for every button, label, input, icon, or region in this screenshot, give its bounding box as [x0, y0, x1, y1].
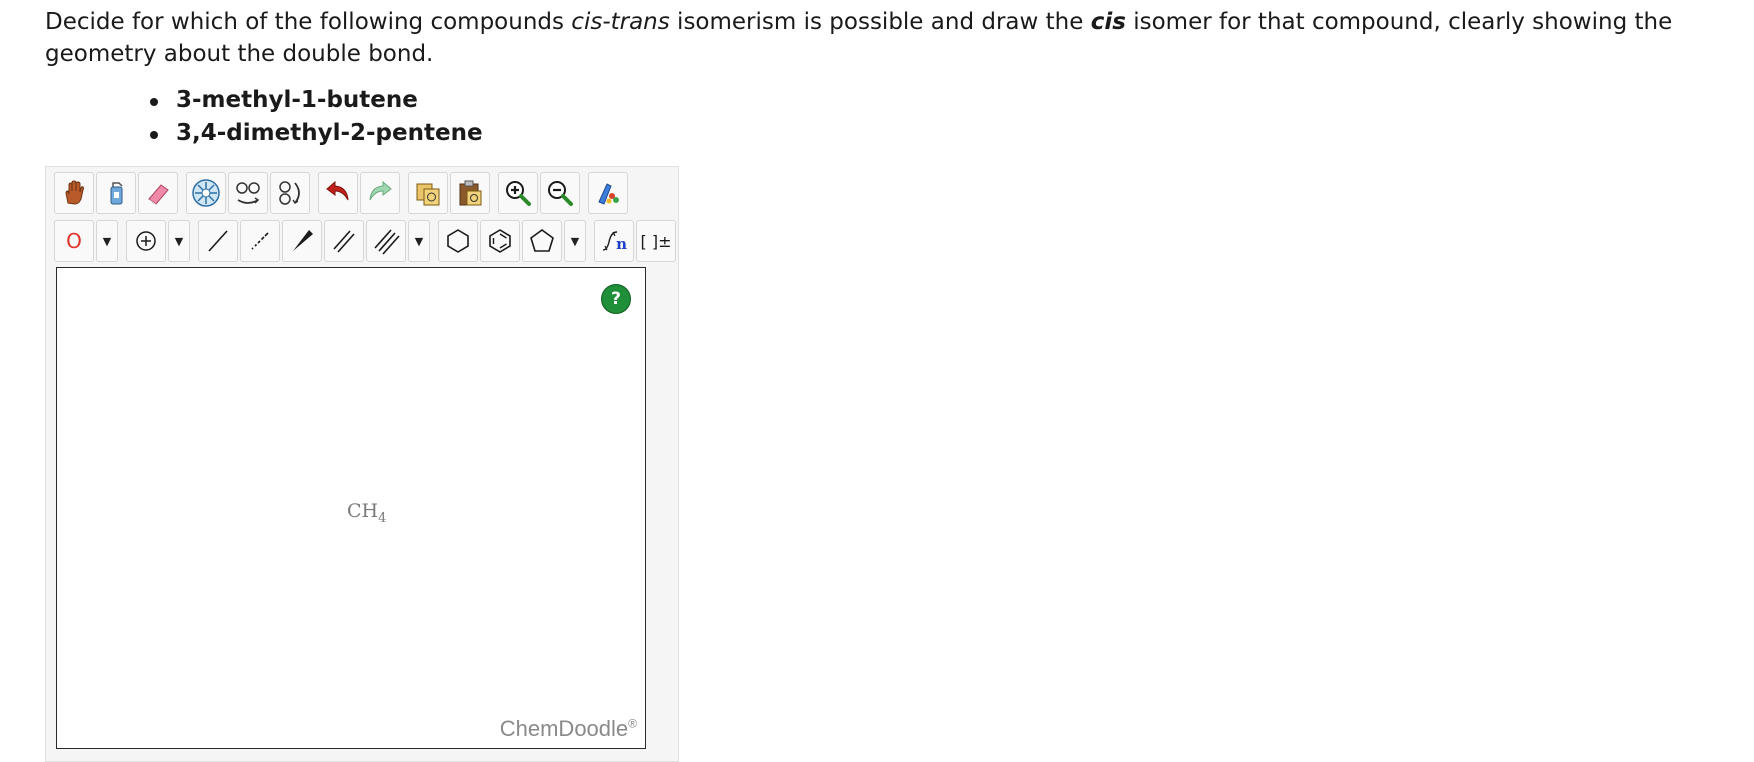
pan-button[interactable] [54, 172, 94, 214]
chemdoodle-editor: O ▼ ▼ ▼ ▼ n []± ? CH4 ChemDoodle® [45, 166, 679, 762]
chevron-down-icon: ▼ [102, 234, 112, 248]
cyclohexane-button[interactable] [438, 220, 478, 262]
rotate-icon [279, 181, 300, 205]
molecule-label[interactable]: CH4 [347, 500, 386, 526]
rotate-button[interactable] [270, 172, 310, 214]
undo-button[interactable] [318, 172, 358, 214]
cyclopentane-icon [530, 229, 554, 252]
chevron-down-icon: ▼ [414, 234, 424, 248]
triple-bond-button[interactable] [366, 220, 406, 262]
cis-term: cis [1090, 9, 1126, 35]
chevron-down-icon: ▼ [174, 234, 184, 248]
chemdoodle-logo: ChemDoodle® [500, 716, 637, 742]
drawing-canvas[interactable]: ? CH4 ChemDoodle® [56, 267, 646, 749]
help-icon: ? [611, 289, 621, 309]
zoom-out-icon [548, 181, 573, 206]
list-item: 3,4-dimethyl-2-pentene [150, 117, 483, 150]
compound-list: 3-methyl-1-butene 3,4-dimethyl-2-pentene [150, 84, 483, 150]
charge-plus-icon [136, 231, 156, 251]
repeat-unit-button[interactable]: n [594, 220, 634, 262]
question-part-2: isomerism is possible and draw the [669, 9, 1091, 35]
sgroup-button[interactable]: [ ]± [636, 220, 676, 262]
benzene-button[interactable] [480, 220, 520, 262]
wedge-bond-icon [293, 230, 313, 251]
repeat-unit-label: n [616, 235, 627, 253]
chevron-down-icon: ▼ [570, 234, 580, 248]
cyclohexane-icon [447, 229, 469, 253]
zoom-out-button[interactable] [540, 172, 580, 214]
list-item: 3-methyl-1-butene [150, 84, 483, 117]
lasso-button[interactable] [96, 172, 136, 214]
bullet-icon [150, 98, 158, 106]
registered-mark: ® [628, 716, 637, 731]
benzene-icon [489, 229, 511, 253]
eraser-icon [148, 184, 169, 205]
undo-icon [326, 180, 349, 201]
compound-name: 3,4-dimethyl-2-pentene [176, 120, 483, 146]
atom-dropdown[interactable]: ▼ [96, 220, 118, 262]
toolbar-row-2: O ▼ ▼ ▼ ▼ n []± [54, 218, 678, 264]
compound-name: 3-methyl-1-butene [176, 87, 418, 113]
ring-dropdown[interactable]: ▼ [564, 220, 586, 262]
flip-button[interactable] [228, 172, 268, 214]
sgroup-label: [ ]± [640, 231, 672, 251]
eraser-button[interactable] [138, 172, 178, 214]
charge-button[interactable] [126, 220, 166, 262]
paste-icon [459, 180, 482, 206]
single-bond-icon [208, 230, 228, 252]
triple-bond-icon [374, 229, 400, 255]
cis-trans-term: cis-trans [571, 9, 670, 35]
double-bond-icon [333, 230, 355, 253]
flip-icon [236, 182, 260, 204]
cyclopentane-button[interactable] [522, 220, 562, 262]
wedge-bond-button[interactable] [282, 220, 322, 262]
redo-icon [369, 180, 392, 201]
redo-button[interactable] [360, 172, 400, 214]
molecule-subscript: 4 [378, 510, 387, 526]
zoom-in-icon [506, 181, 531, 206]
brand-name: ChemDoodle [499, 716, 629, 741]
zoom-in-button[interactable] [498, 172, 538, 214]
center-icon [192, 179, 220, 207]
bullet-icon [150, 131, 158, 139]
lasso-icon [110, 182, 123, 205]
copy-button[interactable] [408, 172, 448, 214]
clean-button[interactable] [588, 172, 628, 214]
single-bond-button[interactable] [198, 220, 238, 262]
bond-dropdown[interactable]: ▼ [408, 220, 430, 262]
copy-icon [416, 183, 440, 206]
hashed-bond-button[interactable] [240, 220, 280, 262]
charge-dropdown[interactable]: ▼ [168, 220, 190, 262]
toolbar-row-1 [54, 170, 630, 216]
help-button[interactable]: ? [601, 284, 631, 314]
double-bond-button[interactable] [324, 220, 364, 262]
hand-icon [65, 180, 84, 205]
hashed-bond-icon [251, 232, 269, 250]
center-button[interactable] [186, 172, 226, 214]
question-text: Decide for which of the following compou… [45, 6, 1745, 70]
molecule-formula: CH [347, 500, 379, 522]
atom-label: O [66, 229, 82, 253]
clean-icon [598, 183, 619, 205]
question-part-1: Decide for which of the following compou… [45, 9, 572, 35]
atom-label-button[interactable]: O [54, 220, 94, 262]
paste-button[interactable] [450, 172, 490, 214]
